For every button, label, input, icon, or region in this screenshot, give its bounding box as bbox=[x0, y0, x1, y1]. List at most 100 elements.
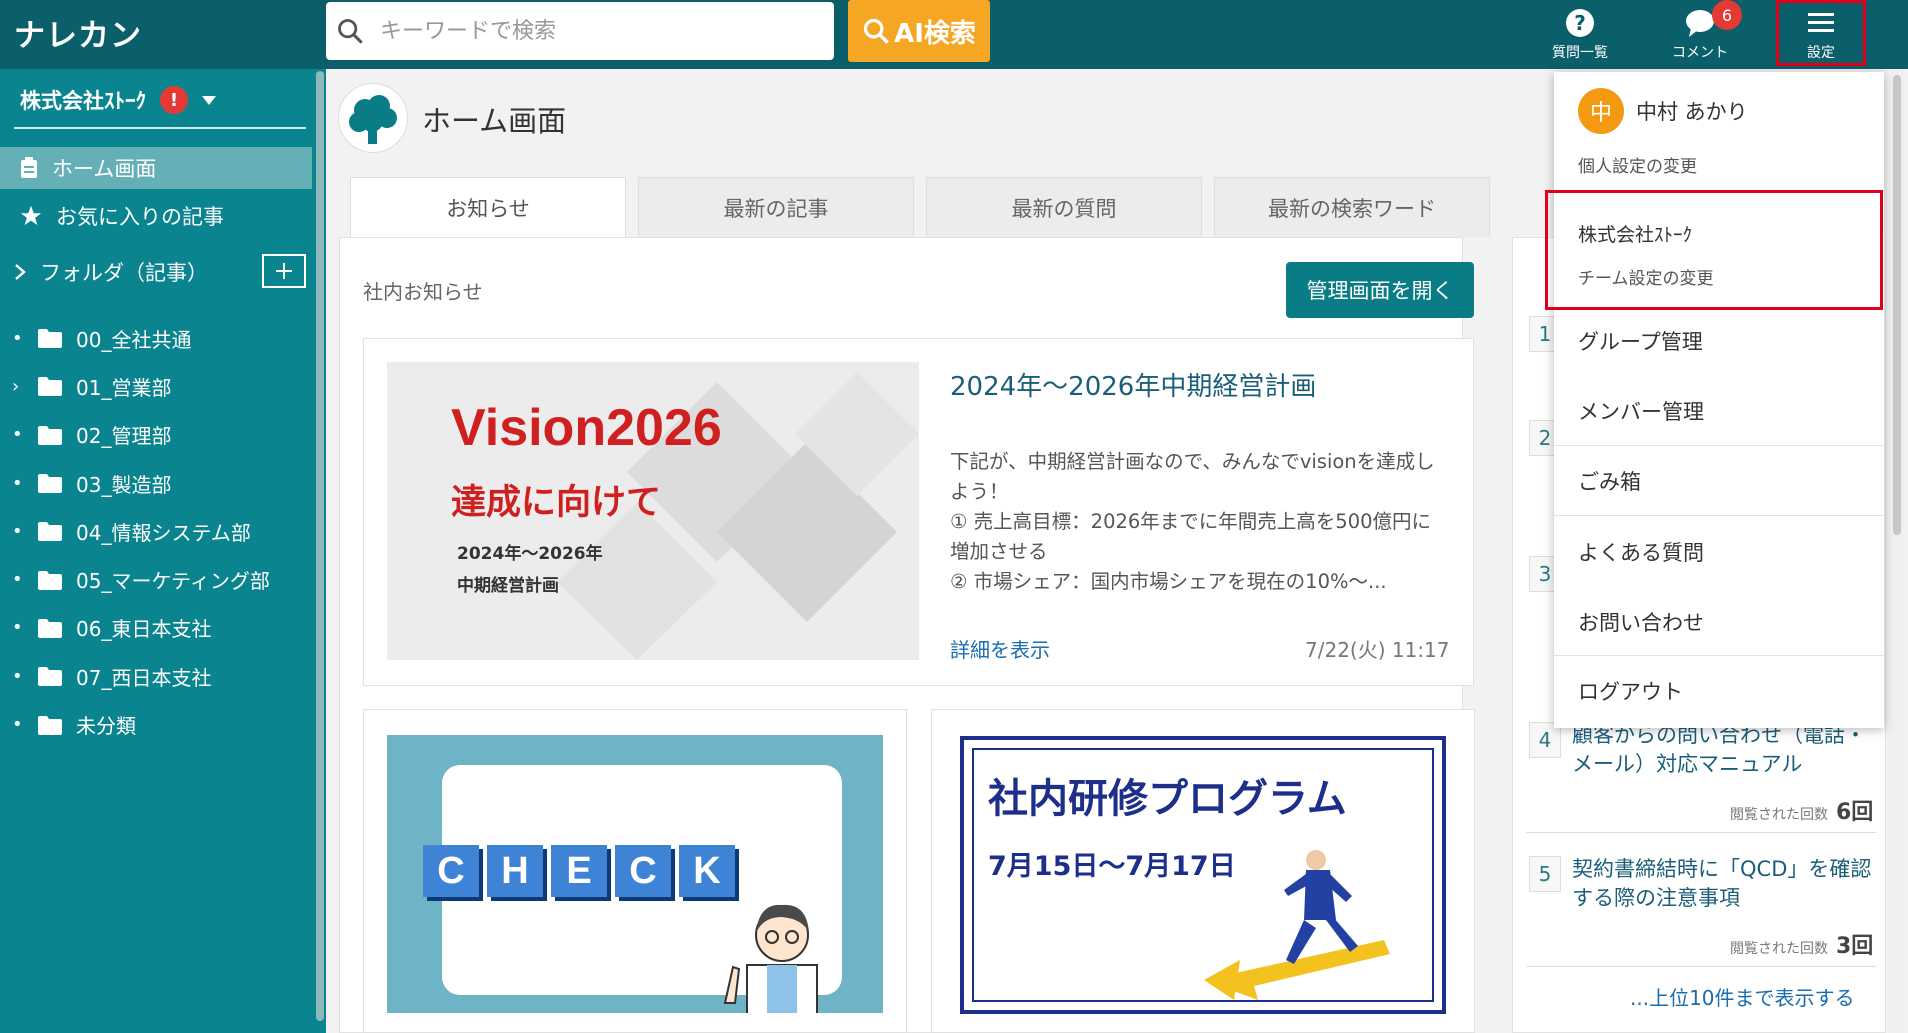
folder-item[interactable]: • 02_管理部 bbox=[0, 411, 312, 459]
rank-title[interactable]: 顧客からの問い合わせ（電話・メール）対応マニュアル bbox=[1572, 721, 1872, 779]
chevron-right-icon: › bbox=[12, 375, 20, 397]
plus-icon bbox=[276, 263, 292, 279]
clipboard-icon bbox=[21, 157, 37, 178]
sidebar-item-label: お気に入りの記事 bbox=[56, 205, 224, 229]
menu-divider bbox=[1554, 655, 1884, 656]
show-details-link[interactable]: 詳細を表示 bbox=[950, 634, 1050, 663]
check-letter: E bbox=[551, 845, 607, 897]
folder-item[interactable]: • 05_マーケティング部 bbox=[0, 555, 312, 603]
menu-divider bbox=[1554, 445, 1884, 446]
sidebar-scrollbar-thumb[interactable] bbox=[316, 71, 324, 1021]
section-label: 社内お知らせ bbox=[363, 280, 483, 304]
tab-1[interactable]: 最新の記事 bbox=[638, 177, 914, 237]
questions-button[interactable]: ? 質問一覧 bbox=[1540, 0, 1620, 69]
featured-title[interactable]: 2024年〜2026年中期経営計画 bbox=[950, 366, 1316, 403]
tab-bar: お知らせ 最新の記事 最新の質問 最新の検索ワード bbox=[350, 177, 1490, 237]
personal-settings-link[interactable]: 個人設定の変更 bbox=[1578, 152, 1697, 177]
ranking-divider bbox=[1526, 966, 1876, 967]
warning-badge: ! bbox=[160, 86, 188, 114]
bullet-icon: • bbox=[12, 569, 23, 591]
app-logo[interactable]: ナレカン bbox=[14, 10, 142, 55]
menu-item-faq[interactable]: よくある質問 bbox=[1578, 537, 1704, 567]
question-icon: ? bbox=[1566, 8, 1594, 37]
chevron-down-icon bbox=[202, 95, 216, 105]
check-image[interactable]: CHECK bbox=[387, 735, 883, 1013]
folder-icon bbox=[38, 570, 62, 590]
folder-icon bbox=[38, 474, 62, 494]
chevron-right-icon bbox=[15, 264, 26, 280]
folder-icon bbox=[38, 618, 62, 638]
folder-icon bbox=[38, 377, 62, 397]
tab-0[interactable]: お知らせ bbox=[350, 177, 626, 237]
sidebar-item-favorites[interactable]: お気に入りの記事 bbox=[0, 195, 312, 237]
folder-label: 03_製造部 bbox=[76, 472, 172, 497]
folder-item[interactable]: • 00_全社共通 bbox=[0, 314, 312, 362]
tab-2[interactable]: 最新の質問 bbox=[926, 177, 1202, 237]
folder-label: 06_東日本支社 bbox=[76, 617, 212, 642]
sidebar: 株式会社ｽﾄｰｸ ! ホーム画面 お気に入りの記事 フォルダ（記事） • 00_全… bbox=[0, 69, 326, 1033]
menu-item-contact[interactable]: お問い合わせ bbox=[1578, 607, 1704, 637]
comments-button[interactable]: コメント 6 bbox=[1660, 0, 1742, 69]
broccoli-logo-icon bbox=[349, 95, 397, 144]
featured-image-line1: 2024年〜2026年 bbox=[457, 544, 603, 564]
folder-label: 未分類 bbox=[76, 714, 136, 739]
rank-views: 閲覧された回数 6回 bbox=[1730, 794, 1873, 826]
show-top10-link[interactable]: ...上位10件まで表示する bbox=[1630, 982, 1855, 1011]
person-illustration bbox=[723, 904, 818, 1013]
folder-item[interactable]: • 03_製造部 bbox=[0, 459, 312, 507]
page-scrollbar-thumb[interactable] bbox=[1893, 75, 1901, 535]
settings-highlight-frame bbox=[1776, 0, 1866, 66]
training-image[interactable]: 社内研修プログラム 7月15日〜7月17日 bbox=[960, 736, 1446, 1014]
bullet-icon: • bbox=[12, 617, 23, 639]
featured-body: 下記が、中期経営計画なので、みんなでvisionを達成しよう！ ① 売上高目標：2… bbox=[950, 447, 1450, 597]
featured-body-line: ① 売上高目標：2026年までに年間売上高を500億円に増加させる bbox=[950, 510, 1432, 563]
top-bar: ナレカン AI検索 ? 質問一覧 コメント 6 設定 bbox=[0, 0, 1908, 69]
featured-image[interactable]: Vision2026 達成に向けて 2024年〜2026年 中期経営計画 bbox=[387, 362, 919, 660]
star-icon bbox=[20, 205, 42, 226]
folder-label: 04_情報システム部 bbox=[76, 520, 251, 545]
folder-item[interactable]: • 未分類 bbox=[0, 700, 312, 748]
sidebar-item-home[interactable]: ホーム画面 bbox=[0, 147, 312, 189]
company-switcher[interactable]: 株式会社ｽﾄｰｸ ! bbox=[20, 85, 216, 115]
questions-label: 質問一覧 bbox=[1552, 44, 1608, 61]
dropdown-user[interactable]: 中 中村 あかり bbox=[1578, 88, 1748, 134]
bullet-icon: • bbox=[12, 424, 23, 446]
ranking-divider bbox=[1526, 832, 1876, 833]
featured-image-subtitle: 達成に向けて bbox=[451, 483, 662, 523]
add-folder-button[interactable] bbox=[262, 254, 306, 288]
search-icon bbox=[338, 19, 363, 44]
rank-views-count: 6回 bbox=[1836, 800, 1874, 825]
sidebar-divider bbox=[14, 127, 306, 129]
ai-search-button[interactable]: AI検索 bbox=[848, 0, 990, 62]
menu-item-group-management[interactable]: グループ管理 bbox=[1578, 326, 1703, 356]
check-letters: CHECK bbox=[423, 845, 735, 897]
folder-item[interactable]: • 04_情報システム部 bbox=[0, 507, 312, 555]
search-icon bbox=[863, 18, 889, 44]
menu-item-trash[interactable]: ごみ箱 bbox=[1578, 466, 1641, 496]
featured-image-line2: 中期経営計画 bbox=[457, 576, 559, 596]
folder-label: 07_西日本支社 bbox=[76, 665, 212, 690]
team-settings-highlight-frame bbox=[1545, 190, 1883, 310]
bullet-icon: • bbox=[12, 472, 23, 494]
folder-item[interactable]: › 01_営業部 bbox=[0, 362, 312, 410]
rank-views-label: 閲覧された回数 bbox=[1730, 941, 1828, 957]
menu-item-member-management[interactable]: メンバー管理 bbox=[1578, 396, 1704, 426]
featured-image-title: Vision2026 bbox=[451, 399, 722, 457]
folder-list: • 00_全社共通 › 01_営業部 • 02_管理部 • 03_製造部 • 04_情報システム部… bbox=[0, 314, 312, 749]
training-image-title: 社内研修プログラム bbox=[988, 776, 1347, 822]
folder-label: 05_マーケティング部 bbox=[76, 569, 270, 594]
comment-icon bbox=[1686, 9, 1714, 37]
featured-body-line: 下記が、中期経営計画なので、みんなでvisionを達成しよう！ bbox=[950, 450, 1435, 503]
menu-item-logout[interactable]: ログアウト bbox=[1578, 676, 1683, 706]
folder-icon bbox=[38, 329, 62, 349]
folder-item[interactable]: • 07_西日本支社 bbox=[0, 652, 312, 700]
search-input[interactable] bbox=[380, 18, 820, 44]
rank-views-count: 3回 bbox=[1836, 934, 1874, 959]
open-admin-button[interactable]: 管理画面を開く bbox=[1286, 262, 1474, 318]
rank-number: 5 bbox=[1529, 856, 1561, 892]
tab-3[interactable]: 最新の検索ワード bbox=[1214, 177, 1490, 237]
rank-title[interactable]: 契約書締結時に「QCD」を確認する際の注意事項 bbox=[1572, 855, 1872, 913]
comments-badge: 6 bbox=[1712, 0, 1742, 30]
svg-text:?: ? bbox=[1574, 11, 1586, 35]
folder-item[interactable]: • 06_東日本支社 bbox=[0, 604, 312, 652]
